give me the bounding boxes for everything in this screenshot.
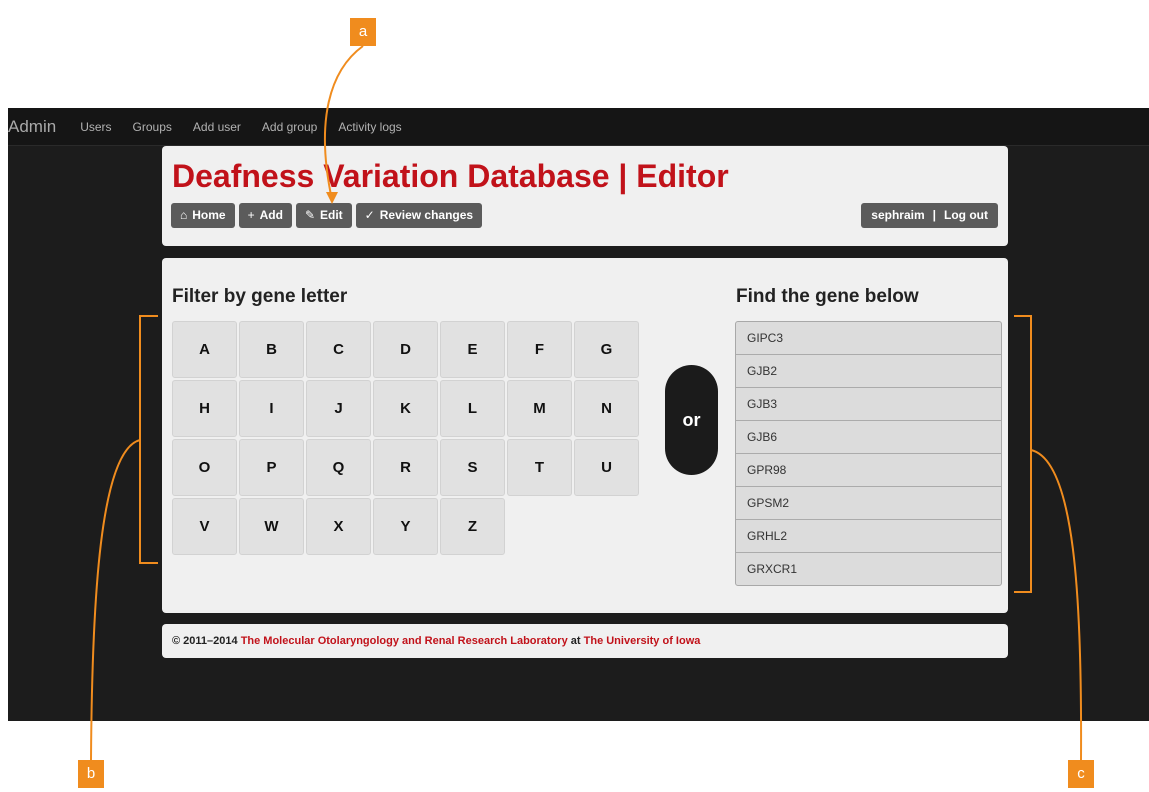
bracket-b (139, 315, 158, 564)
bracket-b-leader (90, 439, 141, 761)
arrowhead-icon (326, 192, 338, 204)
bracket-c-leader (1030, 449, 1083, 761)
callout-a-arrow (323, 45, 364, 201)
annotation-overlay (90, 45, 1083, 761)
bracket-c (1014, 315, 1032, 593)
